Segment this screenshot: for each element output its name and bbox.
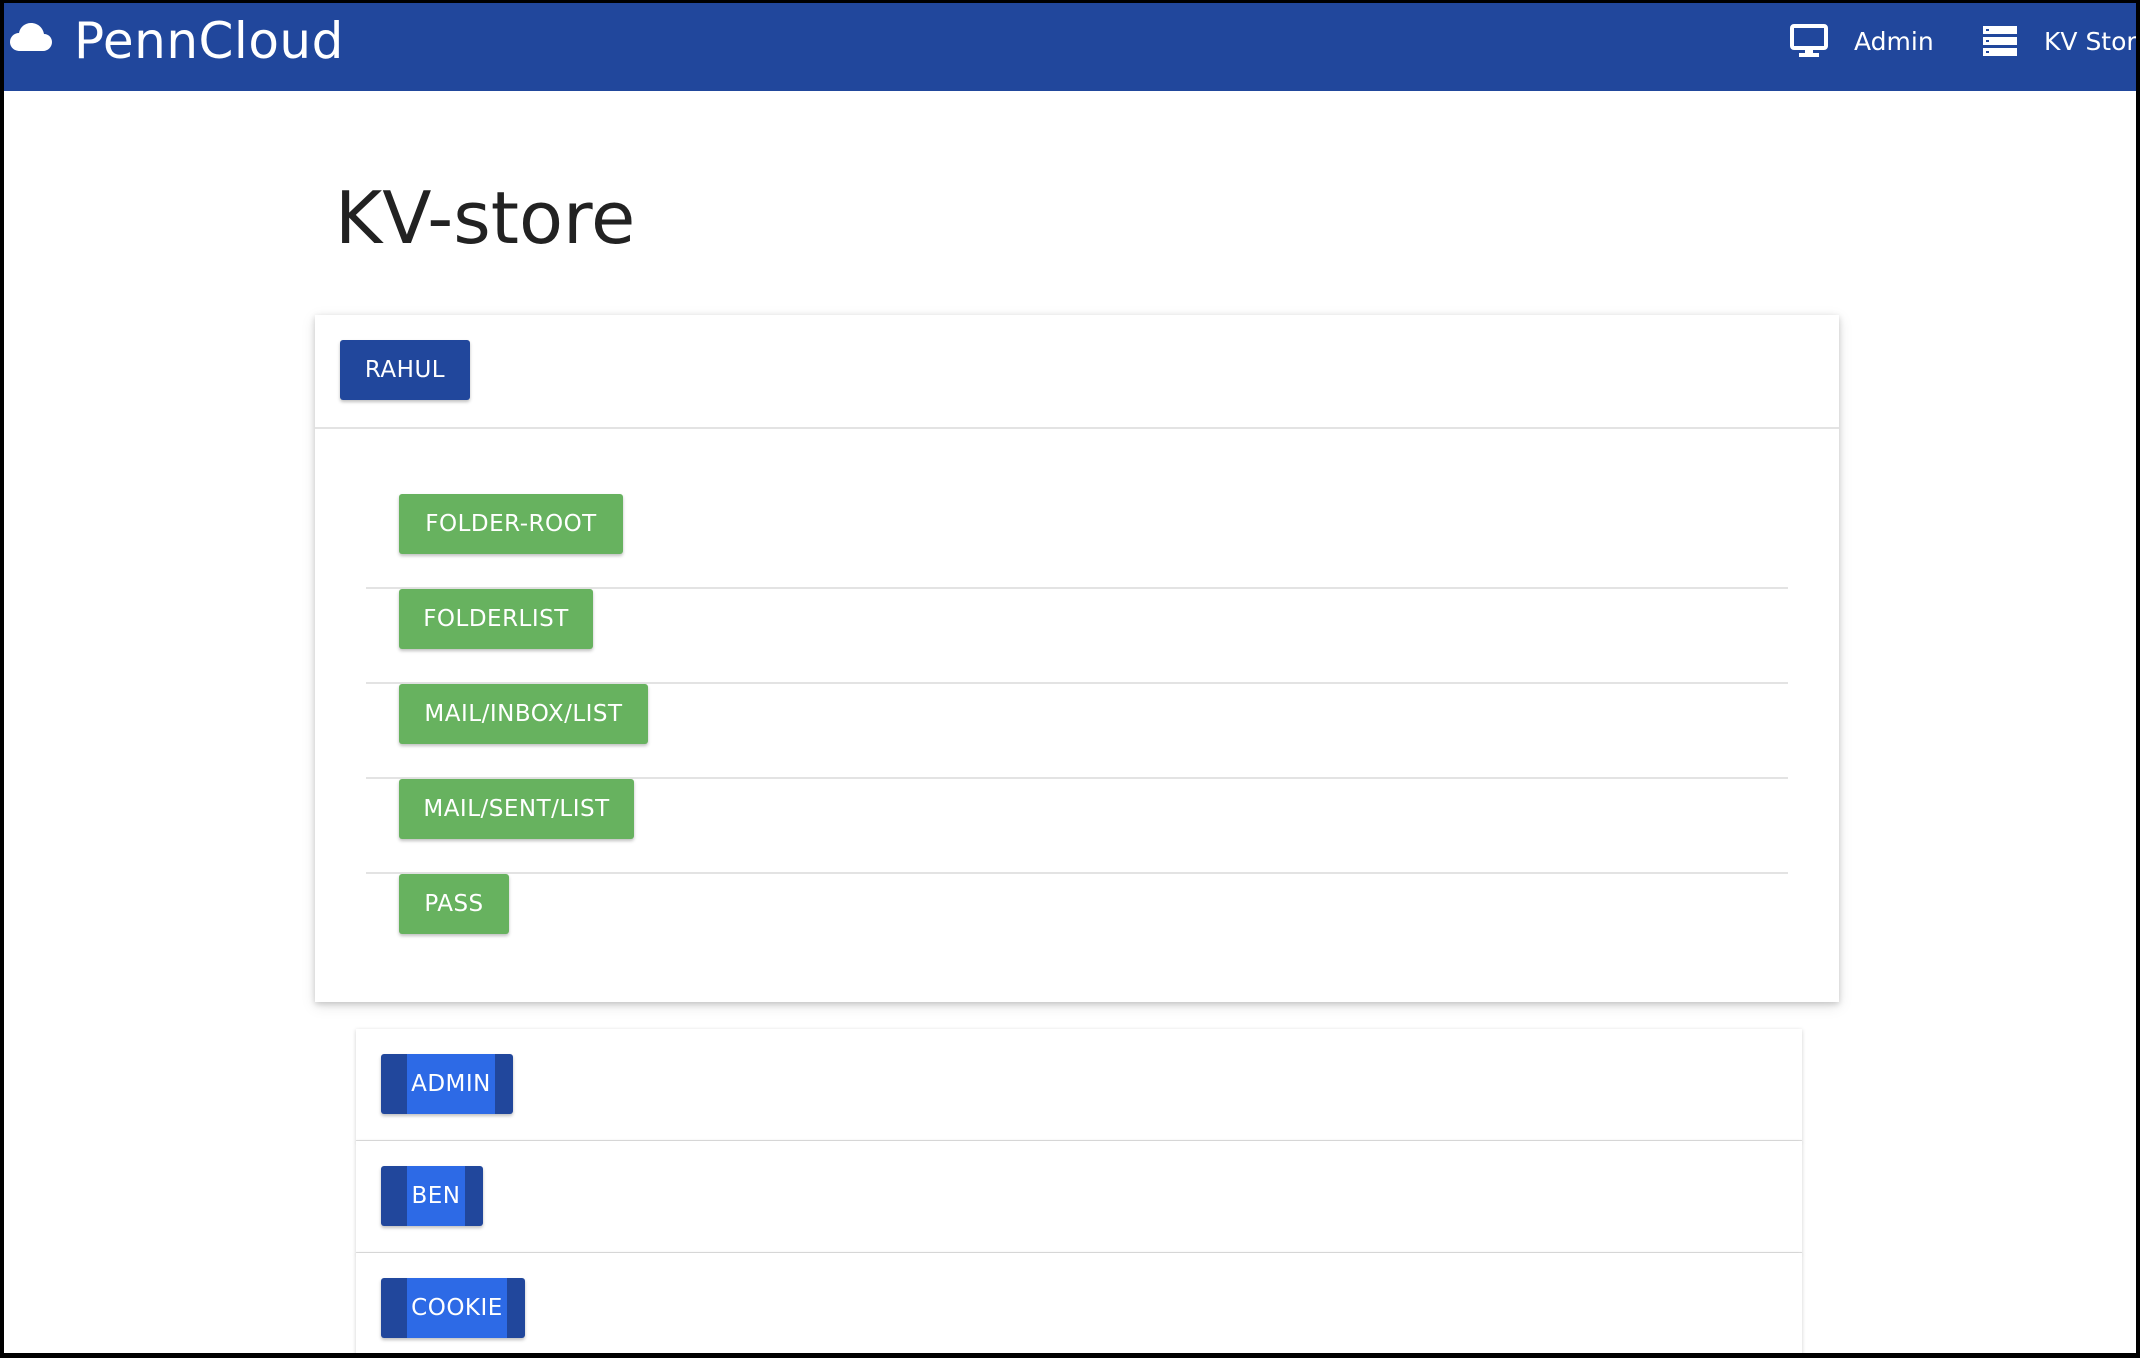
user-panel-header: RAHUL — [315, 315, 1839, 429]
user-button-admin-label: ADMIN — [411, 1071, 491, 1097]
key-button-folderlist[interactable]: FOLDERLIST — [399, 589, 593, 649]
list-item: PASS — [366, 872, 1788, 967]
user-button-cookie-label: COOKIE — [411, 1295, 503, 1321]
nav-link-kv-store[interactable]: KV Store — [1982, 21, 2136, 61]
user-button-ben-label: BEN — [411, 1183, 461, 1209]
list-item: MAIL/SENT/LIST — [366, 777, 1788, 874]
list-item: MAIL/INBOX/LIST — [366, 682, 1788, 779]
key-button-pass[interactable]: PASS — [399, 874, 509, 934]
list-item: FOLDERLIST — [366, 587, 1788, 684]
user-panel-collapsed: BEN — [356, 1141, 1802, 1254]
key-button-mail-inbox-list[interactable]: MAIL/INBOX/LIST — [399, 684, 648, 744]
nav-link-admin[interactable]: Admin — [1790, 21, 1934, 61]
monitor-icon — [1790, 24, 1828, 57]
user-panel-collapsed: ADMIN — [356, 1029, 1802, 1142]
brand-title[interactable]: PennCloud — [74, 9, 344, 73]
nav-link-admin-label: Admin — [1854, 26, 1934, 56]
cloud-icon — [10, 23, 52, 51]
key-button-mail-sent-list[interactable]: MAIL/SENT/LIST — [399, 779, 634, 839]
user-button-ben[interactable]: BEN — [381, 1166, 483, 1226]
top-navbar: PennCloud Admin KV Store — [4, 3, 2136, 91]
user-button-cookie[interactable]: COOKIE — [381, 1278, 525, 1338]
key-button-folder-root[interactable]: FOLDER-ROOT — [399, 494, 623, 554]
app-window: PennCloud Admin KV Store KV-store RA — [4, 3, 2136, 1353]
user-panel-collapsed: COOKIE — [356, 1253, 1802, 1353]
page-title: KV-store — [335, 176, 636, 260]
nav-link-kv-store-label: KV Store — [2044, 26, 2136, 56]
user-button-rahul[interactable]: RAHUL — [340, 340, 470, 400]
user-button-admin[interactable]: ADMIN — [381, 1054, 513, 1114]
server-icon — [1983, 26, 2017, 56]
user-panel-expanded: RAHUL FOLDER-ROOT FOLDERLIST MAIL/INBOX/… — [315, 315, 1839, 1002]
list-item: FOLDER-ROOT — [366, 492, 1788, 589]
